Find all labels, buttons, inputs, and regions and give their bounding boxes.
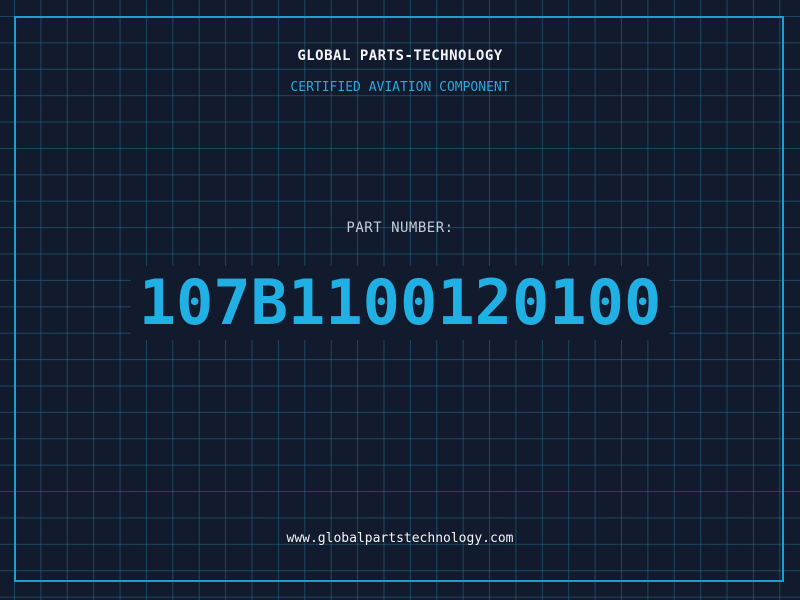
- part-number-label: PART NUMBER:: [346, 220, 454, 236]
- certificate-card: GLOBAL PARTS-TECHNOLOGY CERTIFIED AVIATI…: [0, 0, 800, 600]
- certification-tagline: CERTIFIED AVIATION COMPONENT: [290, 80, 510, 95]
- company-name: GLOBAL PARTS-TECHNOLOGY: [297, 48, 503, 64]
- website-url: www.globalpartstechnology.com: [286, 531, 514, 546]
- part-number-value: 107B1100120100: [130, 266, 670, 340]
- part-number-container: 107B1100120100: [0, 266, 800, 340]
